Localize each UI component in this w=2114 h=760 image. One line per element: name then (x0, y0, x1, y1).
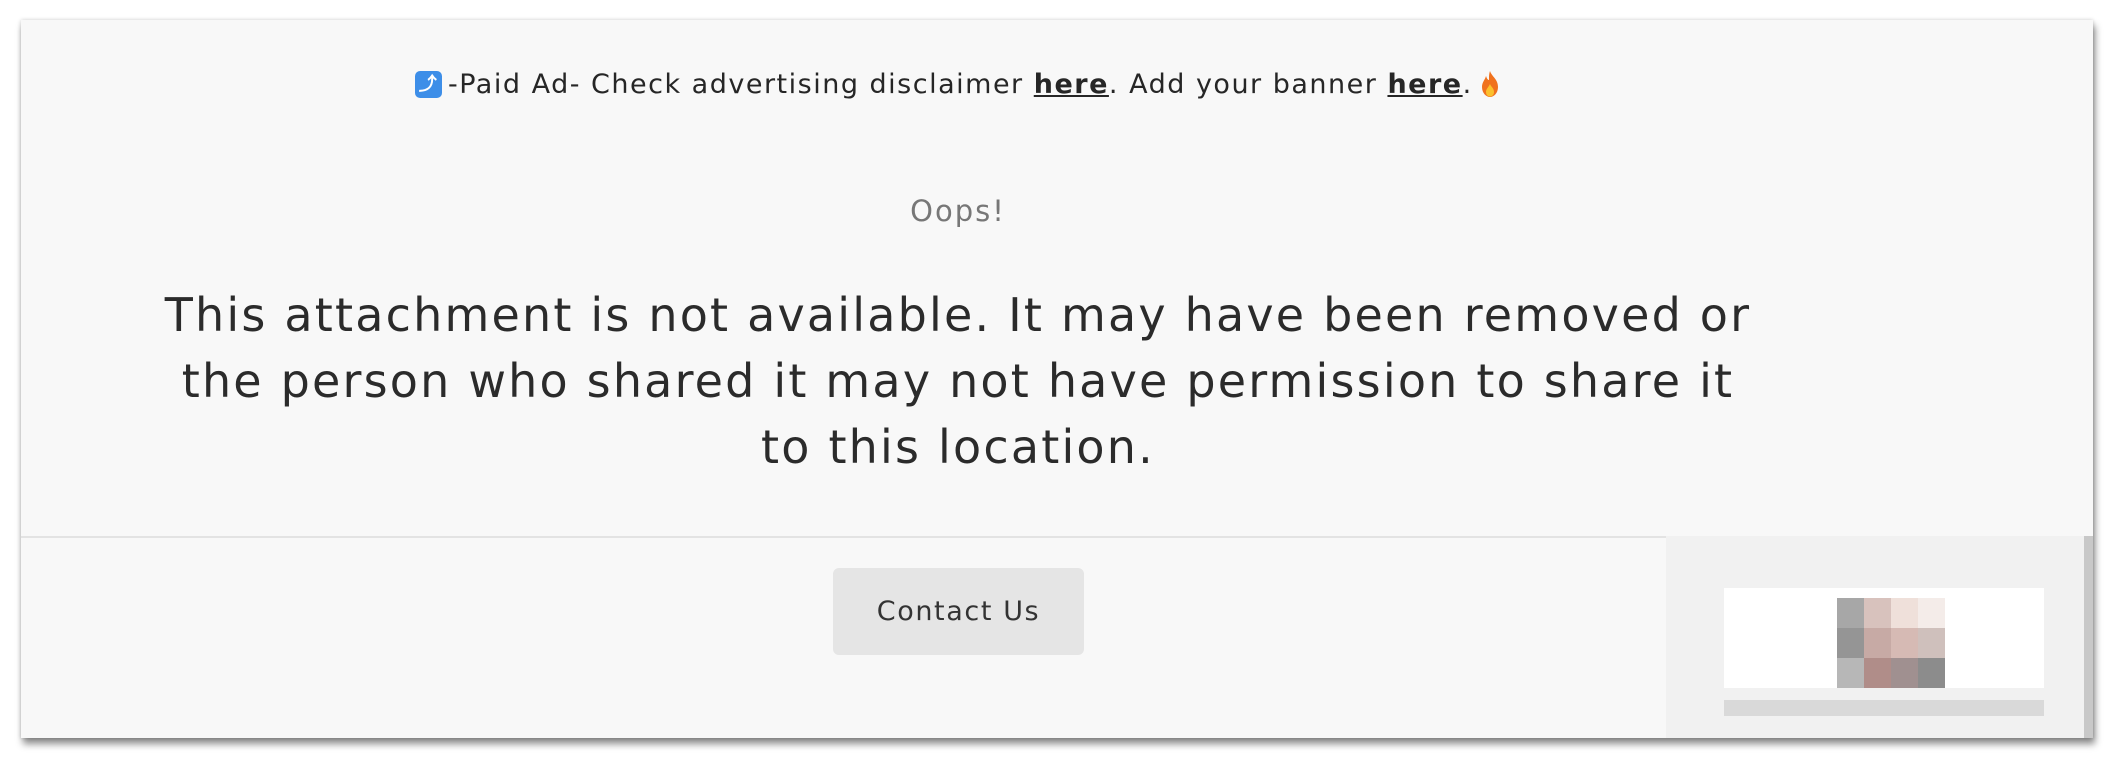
ad-banner-middle: . Add your banner (1108, 68, 1388, 100)
error-message: This attachment is not available. It may… (164, 288, 1752, 474)
chat-widget-edge (2084, 536, 2093, 738)
ad-disclaimer-link[interactable]: here (1034, 69, 1109, 100)
fire-icon (1481, 71, 1498, 97)
page-frame: ⤴ -Paid Ad- Check advertising disclaimer… (21, 20, 2093, 738)
ad-banner-content: ⤴ -Paid Ad- Check advertising disclaimer… (415, 64, 1501, 104)
chat-widget[interactable] (1666, 536, 2093, 738)
add-banner-link[interactable]: here (1387, 69, 1462, 100)
chat-widget-card[interactable] (1724, 588, 2044, 688)
contact-us-button[interactable]: Contact Us (833, 568, 1084, 655)
error-heading: Oops! (910, 194, 1006, 228)
ad-banner-suffix: . (1462, 68, 1473, 100)
ad-banner: ⤴ -Paid Ad- Check advertising disclaimer… (21, 64, 2093, 104)
ad-banner-prefix: -Paid Ad- Check advertising disclaimer (448, 68, 1034, 100)
arrow-up-right-icon: ⤴ (415, 70, 442, 98)
chat-widget-name-placeholder (1724, 700, 2044, 716)
user-avatar-icon (1837, 598, 1945, 688)
